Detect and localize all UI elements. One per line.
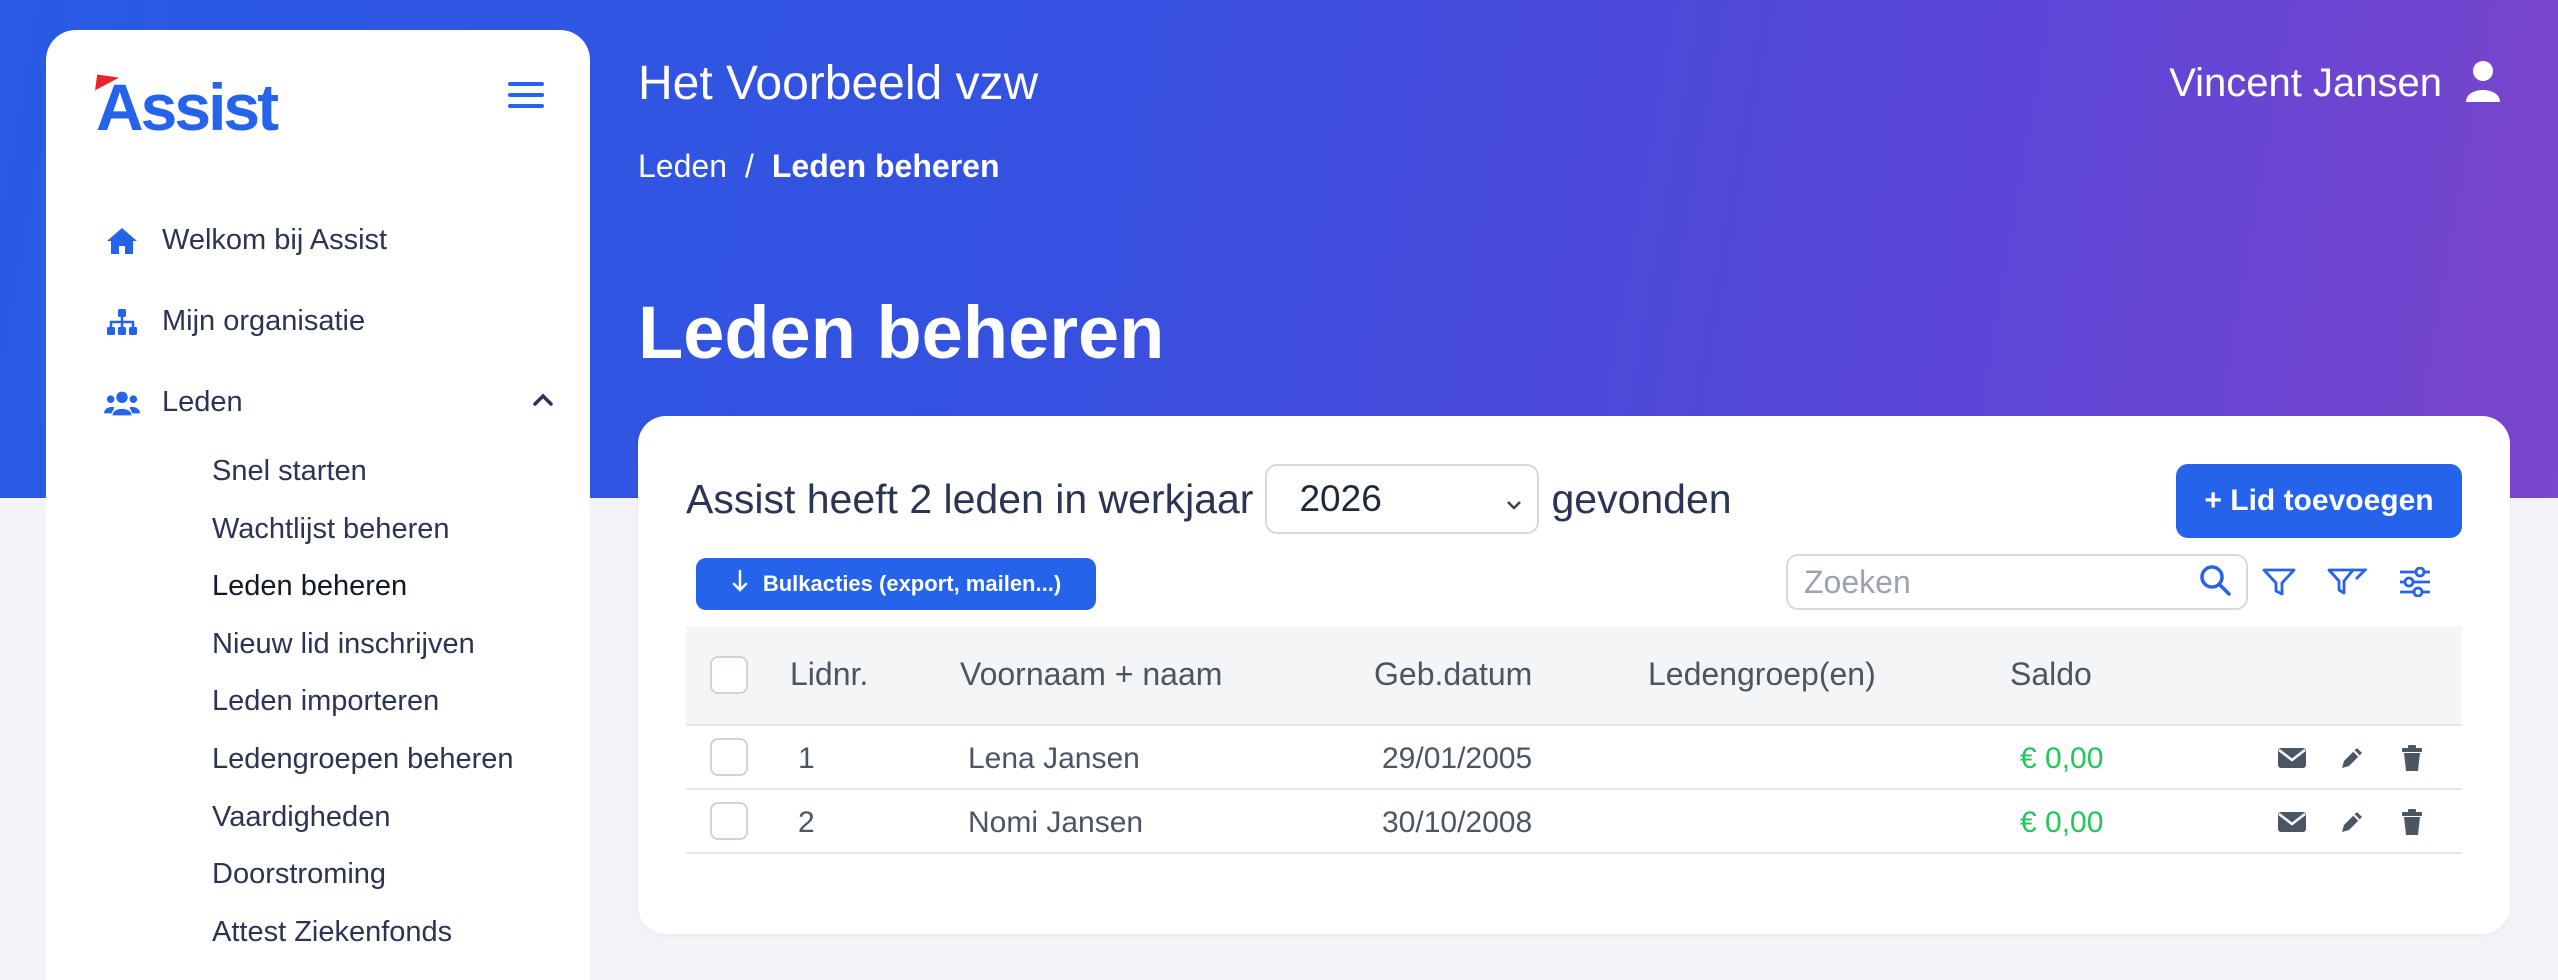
sidebar-item-label: Leden [162,386,243,418]
home-icon [104,223,140,259]
sidebar-subitem-ledengroepen[interactable]: Ledengroepen beheren [212,731,564,789]
page-title: Leden beheren [638,291,1165,374]
table-header: Lidnr. Voornaam + naam Geb.datum Ledengr… [686,626,2462,726]
user-name: Vincent Jansen [2169,61,2442,105]
user-icon [2464,60,2502,107]
sidebar-subitem-wachtlijst[interactable]: Wachtlijst beheren [212,501,564,559]
column-header-lidnr[interactable]: Lidnr. [790,656,868,693]
filter-icon[interactable] [2258,558,2300,606]
cell-saldo: € 0,00 [2020,742,2104,775]
summary-prefix: Assist heeft 2 leden in werkjaar [686,475,1254,522]
edit-icon[interactable] [2336,742,2368,774]
users-icon [104,385,140,421]
breadcrumb-current: Leden beheren [771,148,1000,184]
cell-naam[interactable]: Lena Jansen [968,742,1140,776]
cell-gebdatum: 30/10/2008 [1382,806,1533,839]
members-card: Assist heeft 2 leden in werkjaar 2026 ge… [638,416,2510,934]
members-summary: Assist heeft 2 leden in werkjaar 2026 ge… [686,464,1732,534]
year-select[interactable]: 2026 [1265,464,1540,534]
column-header-saldo[interactable]: Saldo [2010,656,2092,693]
sidebar-subitem-nieuw-lid[interactable]: Nieuw lid inschrijven [212,616,564,674]
search-placeholder: Zoeken [1804,563,1911,600]
summary-suffix: gevonden [1551,475,1732,522]
logo-text: Assist [96,70,279,144]
logo[interactable]: Assist [96,70,279,144]
search-icon[interactable] [2198,563,2232,602]
sidebar-subitem-importeren[interactable]: Leden importeren [212,673,564,731]
edit-icon[interactable] [2336,806,2368,838]
delete-icon[interactable] [2396,742,2428,774]
sidebar-subitem-attest[interactable]: Attest Ziekenfonds [212,904,564,962]
sidebar-item-label: Mijn organisatie [162,305,366,337]
table-tools [2258,558,2436,606]
row-checkbox[interactable] [710,738,748,776]
add-member-button[interactable]: + Lid toevoegen [2176,464,2462,538]
sidebar-item-welkom[interactable]: Welkom bij Assist [104,200,564,281]
sort-arrow-icon [731,569,749,599]
column-header-ledengroepen[interactable]: Ledengroep(en) [1648,656,1876,693]
sidebar-item-label: Welkom bij Assist [162,224,388,256]
mail-icon[interactable] [2276,742,2308,774]
breadcrumb-link-leden[interactable]: Leden [638,148,727,185]
sidebar-item-leden[interactable]: Leden [104,362,564,443]
breadcrumb: Leden / Leden beheren [638,148,999,185]
filter-clear-icon[interactable] [2326,558,2368,606]
sidebar-subitem-leden-beheren[interactable]: Leden beheren [212,558,564,616]
year-select-value: 2026 [1299,478,1382,519]
delete-icon[interactable] [2396,806,2428,838]
bulk-actions-button[interactable]: Bulkacties (export, mailen...) [696,558,1096,610]
cell-naam[interactable]: Nomi Jansen [968,806,1143,840]
sitemap-icon [104,304,140,340]
chevron-down-icon [1505,478,1523,520]
sidebar-subnav-leden: Snel starten Wachtlijst beheren Leden be… [212,443,564,961]
menu-toggle-icon[interactable] [508,82,544,110]
search-input[interactable]: Zoeken [1786,554,2248,610]
sidebar: Assist Welkom bij Assist Mijn organisati… [46,30,590,980]
sliders-icon[interactable] [2394,558,2436,606]
column-header-gebdatum[interactable]: Geb.datum [1374,656,1532,693]
breadcrumb-separator: / [744,148,754,184]
cell-gebdatum: 29/01/2005 [1382,742,1533,775]
sidebar-subitem-snel-starten[interactable]: Snel starten [212,443,564,501]
sidebar-subitem-doorstroming[interactable]: Doorstroming [212,846,564,904]
cell-lidnr: 2 [798,806,815,839]
table-row[interactable]: 1 Lena Jansen 29/01/2005 € 0,00 [686,726,2462,790]
sidebar-item-organisatie[interactable]: Mijn organisatie [104,281,564,362]
cell-lidnr: 1 [798,742,815,775]
row-actions [2276,806,2428,838]
cell-saldo: € 0,00 [2020,806,2104,839]
column-header-naam[interactable]: Voornaam + naam [960,656,1222,693]
bulk-actions-label: Bulkacties (export, mailen...) [762,571,1062,596]
user-menu[interactable]: Vincent Jansen [2169,60,2502,107]
row-actions [2276,742,2428,774]
logo-mark-icon [94,74,120,94]
table-row[interactable]: 2 Nomi Jansen 30/10/2008 € 0,00 [686,790,2462,854]
mail-icon[interactable] [2276,806,2308,838]
chevron-up-icon[interactable] [532,393,554,412]
sidebar-nav: Welkom bij Assist Mijn organisatie Leden… [104,200,564,961]
organization-title: Het Voorbeeld vzw [638,57,1039,110]
sidebar-subitem-vaardigheden[interactable]: Vaardigheden [212,789,564,847]
row-checkbox[interactable] [710,802,748,840]
select-all-checkbox[interactable] [710,656,748,694]
